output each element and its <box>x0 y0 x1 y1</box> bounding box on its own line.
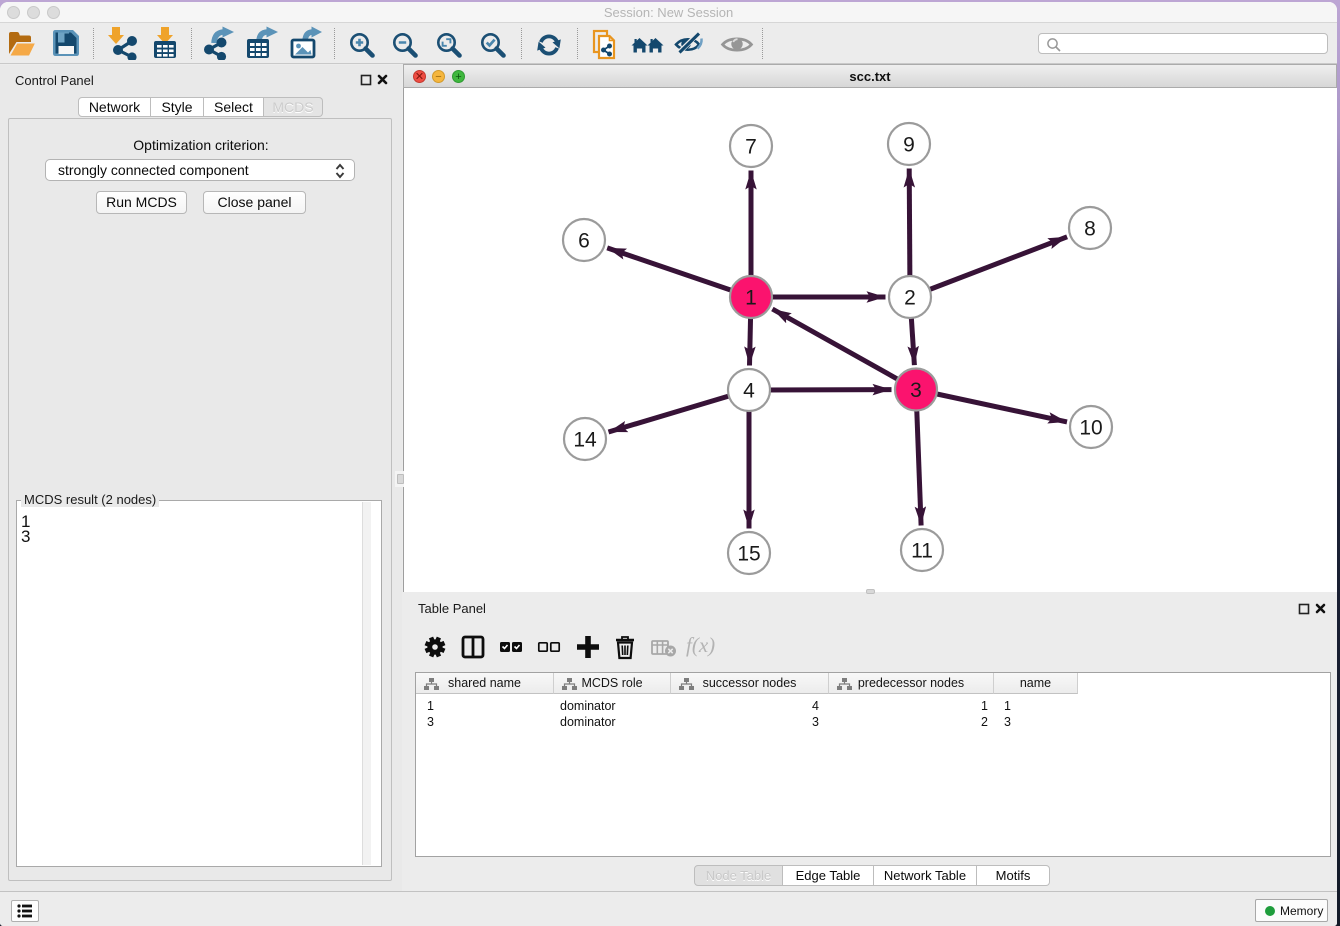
svg-text:7: 7 <box>745 136 757 159</box>
svg-text:10: 10 <box>1079 417 1102 440</box>
svg-text:2: 2 <box>904 287 916 310</box>
svg-text:6: 6 <box>578 230 590 253</box>
svg-text:1: 1 <box>745 287 757 310</box>
svg-text:8: 8 <box>1084 218 1096 241</box>
svg-text:15: 15 <box>737 543 760 566</box>
svg-text:9: 9 <box>903 134 915 157</box>
svg-text:11: 11 <box>911 540 933 563</box>
svg-text:4: 4 <box>743 380 755 403</box>
svg-text:14: 14 <box>573 429 597 452</box>
svg-text:3: 3 <box>910 379 922 402</box>
